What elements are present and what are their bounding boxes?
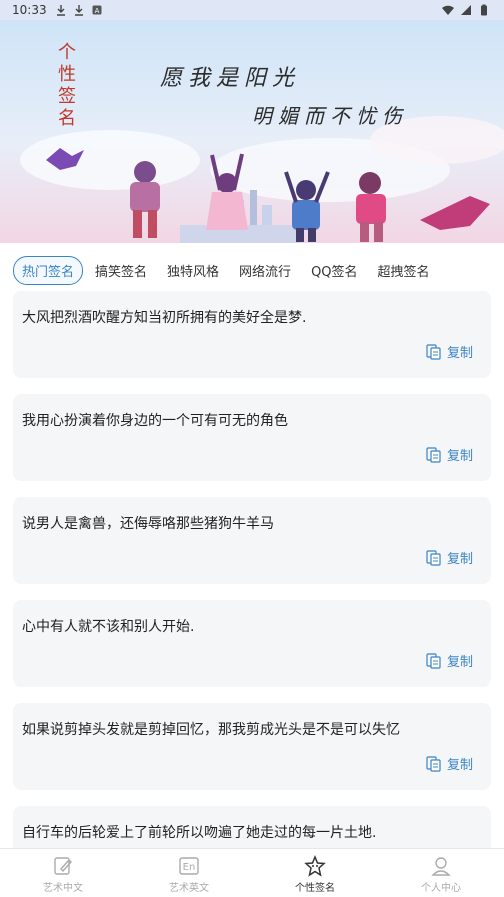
banner-slogan-line1: 愿我是阳光 xyxy=(160,66,301,91)
copy-icon xyxy=(426,549,441,566)
signature-text: 自行车的后轮爱上了前轮所以吻遍了她走过的每一片土地. xyxy=(22,825,377,841)
nav-item-signature[interactable]: 个性签名 xyxy=(252,849,378,894)
tab-qq[interactable]: QQ签名 xyxy=(303,258,365,283)
app-icon: A xyxy=(92,5,102,15)
tab-popular[interactable]: 网络流行 xyxy=(231,258,299,283)
copy-button[interactable]: 复制 xyxy=(426,548,473,567)
status-time: 10:33 xyxy=(12,3,47,17)
copy-icon xyxy=(426,343,441,360)
banner-image: 个性签名 愿我是阳光 明媚而不忧伤 xyxy=(0,20,504,243)
copy-label: 复制 xyxy=(446,655,473,670)
signature-card: 我用心扮演着你身边的一个可有可无的角色 复制 xyxy=(13,394,491,481)
copy-button[interactable]: 复制 xyxy=(426,445,473,464)
nav-label: 个性签名 xyxy=(295,883,335,894)
copy-icon xyxy=(426,755,441,772)
signature-text: 如果说剪掉头发就是剪掉回忆，那我剪成光头是不是可以失忆 xyxy=(22,722,400,738)
nav-item-art-english[interactable]: En 艺术英文 xyxy=(126,849,252,894)
nav-label: 艺术中文 xyxy=(43,883,83,894)
nav-label: 个人中心 xyxy=(421,883,461,894)
en-icon: En xyxy=(179,857,199,875)
copy-button[interactable]: 复制 xyxy=(426,651,473,670)
download-icon xyxy=(74,5,83,16)
copy-label: 复制 xyxy=(446,552,473,567)
wifi-icon xyxy=(442,5,454,15)
copy-icon xyxy=(426,446,441,463)
tab-hot[interactable]: 热门签名 xyxy=(13,255,84,285)
status-bar: 10:33 A xyxy=(0,0,504,20)
copy-button[interactable]: 复制 xyxy=(426,342,473,361)
copy-label: 复制 xyxy=(446,346,473,361)
copy-label: 复制 xyxy=(446,758,473,773)
download-icon xyxy=(56,5,65,16)
copy-button[interactable]: 复制 xyxy=(426,754,473,773)
pen-icon xyxy=(54,857,72,875)
banner-vertical-title: 个性签名 xyxy=(58,42,76,129)
signature-card: 说男人是禽兽，还侮辱咯那些猪狗牛羊马 复制 xyxy=(13,497,491,584)
star-face-icon xyxy=(304,855,326,877)
tab-unique[interactable]: 独特风格 xyxy=(159,258,227,283)
nav-item-art-chinese[interactable]: 艺术中文 xyxy=(0,849,126,894)
signature-card: 心中有人就不该和别人开始. 复制 xyxy=(13,600,491,687)
signature-card: 如果说剪掉头发就是剪掉回忆，那我剪成光头是不是可以失忆 复制 xyxy=(13,703,491,790)
svg-text:En: En xyxy=(183,862,196,873)
tab-cool[interactable]: 超拽签名 xyxy=(370,258,438,283)
copy-icon xyxy=(426,652,441,669)
signature-text: 我用心扮演着你身边的一个可有可无的角色 xyxy=(22,413,288,429)
signature-text: 心中有人就不该和别人开始. xyxy=(22,619,195,635)
signature-card: 大风把烈酒吹醒方知当初所拥有的美好全是梦. 复制 xyxy=(13,291,491,378)
svg-text:A: A xyxy=(94,7,99,15)
signature-text: 说男人是禽兽，还侮辱咯那些猪狗牛羊马 xyxy=(22,516,274,532)
signal-icon xyxy=(461,5,471,15)
nav-item-profile[interactable]: 个人中心 xyxy=(378,849,504,894)
signature-text: 大风把烈酒吹醒方知当初所拥有的美好全是梦. xyxy=(22,310,307,326)
nav-label: 艺术英文 xyxy=(169,883,209,894)
category-tabs: 热门签名 搞笑签名 独特风格 网络流行 QQ签名 超拽签名 xyxy=(0,255,504,285)
copy-label: 复制 xyxy=(446,449,473,464)
user-icon xyxy=(431,857,451,876)
banner-slogan-line2: 明媚而不忧伤 xyxy=(252,104,408,128)
battery-icon xyxy=(481,4,487,16)
bottom-navigation: 艺术中文 En 艺术英文 个性签名 个人中心 xyxy=(0,848,504,897)
tab-funny[interactable]: 搞笑签名 xyxy=(87,258,155,283)
